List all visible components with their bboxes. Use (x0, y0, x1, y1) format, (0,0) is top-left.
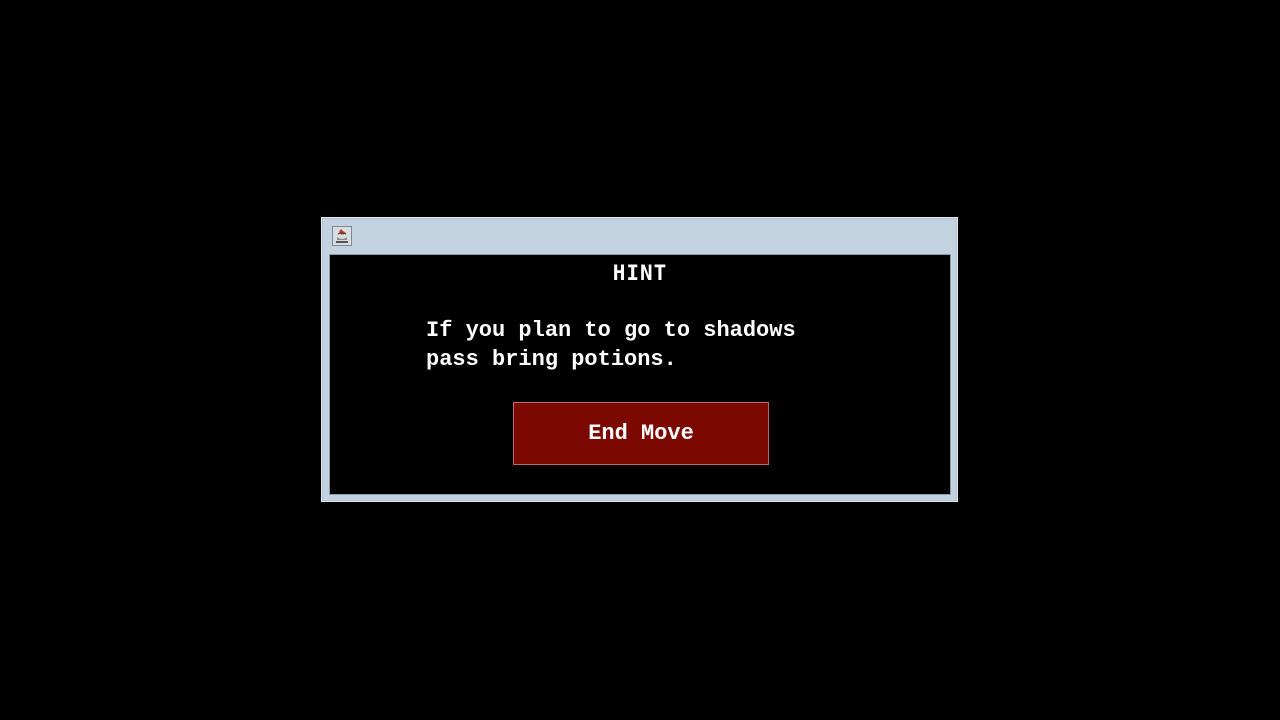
dialog-titlebar[interactable] (322, 218, 957, 254)
dialog-content: HINT If you plan to go to shadows pass b… (329, 254, 951, 495)
end-move-button[interactable]: End Move (513, 402, 769, 465)
java-cup-icon (332, 226, 352, 246)
hint-message: If you plan to go to shadows pass bring … (426, 318, 796, 372)
hint-title: HINT (612, 261, 668, 285)
game-screen: HINT If you plan to go to shadows pass b… (0, 0, 1280, 720)
hint-dialog: HINT If you plan to go to shadows pass b… (321, 217, 958, 502)
